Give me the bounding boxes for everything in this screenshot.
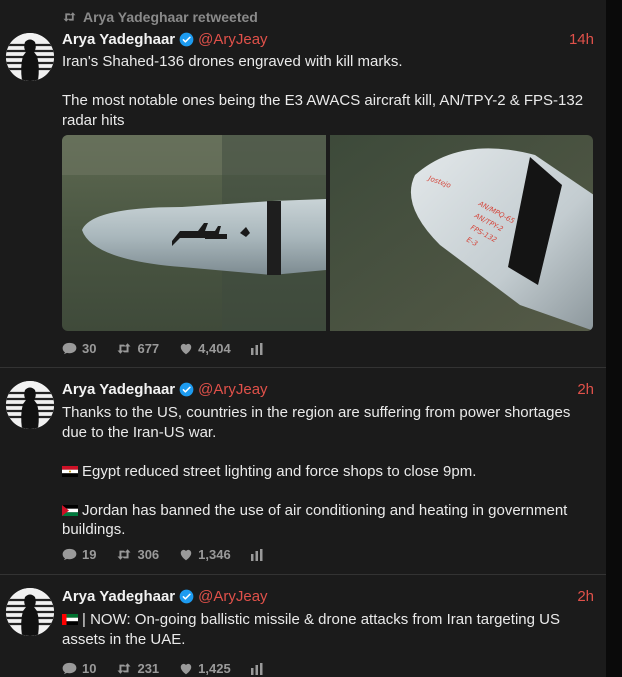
- like-button[interactable]: 1,425: [179, 661, 231, 676]
- tweet[interactable]: Arya Yadeghaar @AryJeay 2h Thanks to the…: [0, 368, 606, 575]
- reply-icon: [62, 662, 77, 675]
- heart-icon: [180, 549, 192, 561]
- tweet[interactable]: Arya Yadeghaar @AryJeay 2h | NOW: On-goi…: [0, 575, 606, 677]
- display-name[interactable]: Arya Yadeghaar: [62, 381, 175, 398]
- tweet-line: Egypt reduced street lighting and force …: [82, 462, 477, 480]
- analytics-icon: [250, 342, 263, 355]
- timeline: Arya Yadeghaar retweeted Arya Yadeghaar …: [0, 0, 606, 677]
- timestamp[interactable]: 2h: [577, 381, 594, 398]
- verified-badge-icon: [179, 32, 194, 47]
- verified-badge-icon: [179, 382, 194, 397]
- uae-flag-icon: [62, 611, 78, 625]
- user-handle[interactable]: @AryJeay: [198, 31, 267, 48]
- retweet-icon: [63, 12, 76, 22]
- reply-button[interactable]: 30: [62, 341, 96, 356]
- tweet-line: | NOW: On-going ballistic missile & dron…: [62, 611, 560, 648]
- retweet-count: 677: [137, 341, 160, 356]
- retweet-context[interactable]: Arya Yadeghaar retweeted: [62, 9, 258, 25]
- retweet-label: Arya Yadeghaar retweeted: [83, 9, 258, 25]
- tweet-text: | NOW: On-going ballistic missile & dron…: [62, 610, 594, 649]
- analytics-button[interactable]: [250, 662, 263, 675]
- tweet-header: Arya Yadeghaar @AryJeay 2h: [62, 381, 594, 398]
- avatar[interactable]: [6, 381, 54, 429]
- tweet[interactable]: Arya Yadeghaar retweeted Arya Yadeghaar …: [0, 0, 606, 368]
- timestamp[interactable]: 14h: [569, 31, 594, 48]
- retweet-button[interactable]: 677: [116, 341, 159, 356]
- tweet-header: Arya Yadeghaar @AryJeay 2h: [62, 588, 594, 605]
- like-count: 4,404: [198, 341, 231, 356]
- display-name[interactable]: Arya Yadeghaar: [62, 31, 175, 48]
- tweet-line: The most notable ones being the E3 AWACS…: [62, 92, 584, 129]
- like-button[interactable]: 4,404: [179, 341, 231, 356]
- analytics-icon: [250, 662, 263, 675]
- drone-photo-left[interactable]: [62, 135, 326, 331]
- retweet-button[interactable]: 231: [116, 661, 159, 676]
- heart-icon: [180, 343, 192, 355]
- retweet-button[interactable]: 306: [116, 547, 159, 562]
- like-count: 1,346: [198, 547, 231, 562]
- analytics-button[interactable]: [250, 548, 263, 561]
- like-button[interactable]: 1,346: [179, 547, 231, 562]
- tweet-line: Thanks to the US, countries in the regio…: [62, 404, 571, 441]
- retweet-icon: [117, 549, 131, 560]
- tweet-text: Thanks to the US, countries in the regio…: [62, 403, 594, 540]
- analytics-icon: [250, 548, 263, 561]
- avatar[interactable]: [6, 33, 54, 81]
- user-handle[interactable]: @AryJeay: [198, 588, 267, 605]
- retweet-icon: [117, 343, 131, 354]
- tweet-line: Jordan has banned the use of air conditi…: [62, 501, 568, 539]
- tweet-actions: 19 306 1,346: [62, 547, 283, 562]
- tweet-actions: 10 231 1,425: [62, 661, 283, 676]
- media-gallery[interactable]: Jostejo AN/MPQ-65 AN/TPY-2 FPS-132 E-3: [62, 135, 593, 331]
- tweet-line: Iran's Shahed-136 drones engraved with k…: [62, 53, 403, 70]
- retweet-count: 306: [137, 547, 160, 562]
- reply-button[interactable]: 19: [62, 547, 96, 562]
- like-count: 1,425: [198, 661, 231, 676]
- tweet-header: Arya Yadeghaar @AryJeay 14h: [62, 31, 594, 48]
- tweet-actions: 30 677 4,404: [62, 341, 283, 356]
- tweet-line-egypt: Egypt reduced street lighting and force …: [62, 462, 594, 482]
- jordan-flag-icon: [62, 502, 78, 516]
- heart-icon: [180, 663, 192, 675]
- reply-count: 19: [82, 547, 97, 562]
- retweet-icon: [117, 663, 131, 674]
- reply-count: 30: [82, 341, 97, 356]
- verified-badge-icon: [179, 589, 194, 604]
- analytics-button[interactable]: [250, 342, 263, 355]
- retweet-count: 231: [137, 661, 160, 676]
- display-name[interactable]: Arya Yadeghaar: [62, 588, 175, 605]
- scrollbar[interactable]: [606, 0, 622, 677]
- reply-count: 10: [82, 661, 97, 676]
- timestamp[interactable]: 2h: [577, 588, 594, 605]
- reply-icon: [62, 342, 77, 355]
- tweet-text: Iran's Shahed-136 drones engraved with k…: [62, 52, 594, 130]
- tweet-line-jordan: Jordan has banned the use of air conditi…: [62, 501, 594, 540]
- reply-button[interactable]: 10: [62, 661, 96, 676]
- user-handle[interactable]: @AryJeay: [198, 381, 267, 398]
- avatar[interactable]: [6, 588, 54, 636]
- reply-icon: [62, 548, 77, 561]
- egypt-flag-icon: [62, 463, 78, 477]
- drone-photo-right[interactable]: Jostejo AN/MPQ-65 AN/TPY-2 FPS-132 E-3: [329, 135, 593, 331]
- tweet-line-uae: | NOW: On-going ballistic missile & dron…: [62, 610, 594, 649]
